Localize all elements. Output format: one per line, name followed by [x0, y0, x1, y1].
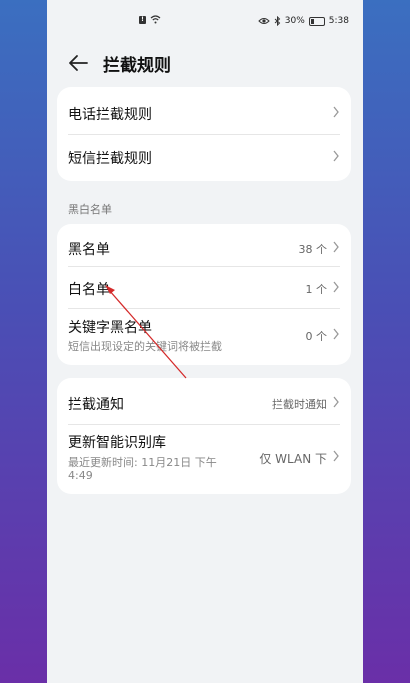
section-header-blackwhite: 黑白名单: [68, 203, 112, 216]
phone-screen: ! 30% 5:38 拦截规则 电话拦截规则 短信拦截规则 黑白名单 黑名单 3…: [47, 0, 363, 683]
status-time: 5:38: [328, 16, 349, 26]
keyword-blacklist-desc: 短信出现设定的关键词将被拦截: [68, 340, 222, 353]
intercept-notify-label: 拦截通知: [68, 397, 124, 413]
eye-icon: [258, 18, 270, 24]
whitelist-count: 1 个: [305, 283, 328, 296]
alert-icon: !: [139, 15, 146, 24]
keyword-blacklist-count: 0 个: [305, 330, 328, 343]
sms-rules-label: 短信拦截规则: [68, 151, 152, 167]
call-rules-label: 电话拦截规则: [68, 107, 152, 123]
update-library-label: 更新智能识别库: [68, 435, 166, 451]
title-bar: 拦截规则: [47, 45, 363, 81]
blacklist-label: 黑名单: [68, 242, 110, 258]
keyword-blacklist-label: 关键字黑名单: [68, 320, 152, 336]
notify-card: 拦截通知 拦截时通知 更新智能识别库 最近更新时间: 11月21日 下午 4:4…: [57, 378, 351, 494]
battery-icon: [308, 16, 325, 26]
wifi-icon: [150, 15, 161, 24]
whitelist-row[interactable]: 白名单 1 个: [57, 266, 351, 308]
chevron-right-icon: [333, 150, 339, 162]
intercept-notify-row[interactable]: 拦截通知 拦截时通知: [57, 378, 351, 426]
page-title: 拦截规则: [103, 56, 171, 76]
rules-card: 电话拦截规则 短信拦截规则: [57, 87, 351, 181]
back-arrow-icon[interactable]: [67, 52, 89, 74]
update-time-line2: 4:49: [68, 469, 93, 482]
update-time-line1: 最近更新时间: 11月21日 下午: [68, 456, 217, 469]
call-rules-row[interactable]: 电话拦截规则: [57, 87, 351, 134]
status-bar: ! 30% 5:38: [47, 14, 363, 30]
intercept-notify-value: 拦截时通知: [272, 398, 327, 411]
bluetooth-icon: [274, 16, 280, 26]
sms-rules-row[interactable]: 短信拦截规则: [57, 134, 351, 181]
status-left: !: [139, 15, 161, 24]
chevron-right-icon: [333, 281, 339, 293]
blackwhite-card: 黑名单 38 个 白名单 1 个 关键字黑名单 短信出现设定的关键词将被拦截 0…: [57, 224, 351, 365]
update-library-value: 仅 WLAN 下: [259, 452, 327, 466]
chevron-right-icon: [333, 106, 339, 118]
chevron-right-icon: [333, 328, 339, 340]
whitelist-label: 白名单: [68, 282, 110, 298]
blacklist-count: 38 个: [298, 243, 328, 256]
blacklist-row[interactable]: 黑名单 38 个: [57, 224, 351, 266]
update-library-row[interactable]: 更新智能识别库 最近更新时间: 11月21日 下午 4:49 仅 WLAN 下: [57, 424, 351, 494]
chevron-right-icon: [333, 396, 339, 408]
chevron-right-icon: [333, 450, 339, 462]
chevron-right-icon: [333, 241, 339, 253]
keyword-blacklist-row[interactable]: 关键字黑名单 短信出现设定的关键词将被拦截 0 个: [57, 308, 351, 365]
status-right: 30% 5:38: [258, 16, 349, 26]
battery-percent: 30%: [284, 16, 305, 26]
